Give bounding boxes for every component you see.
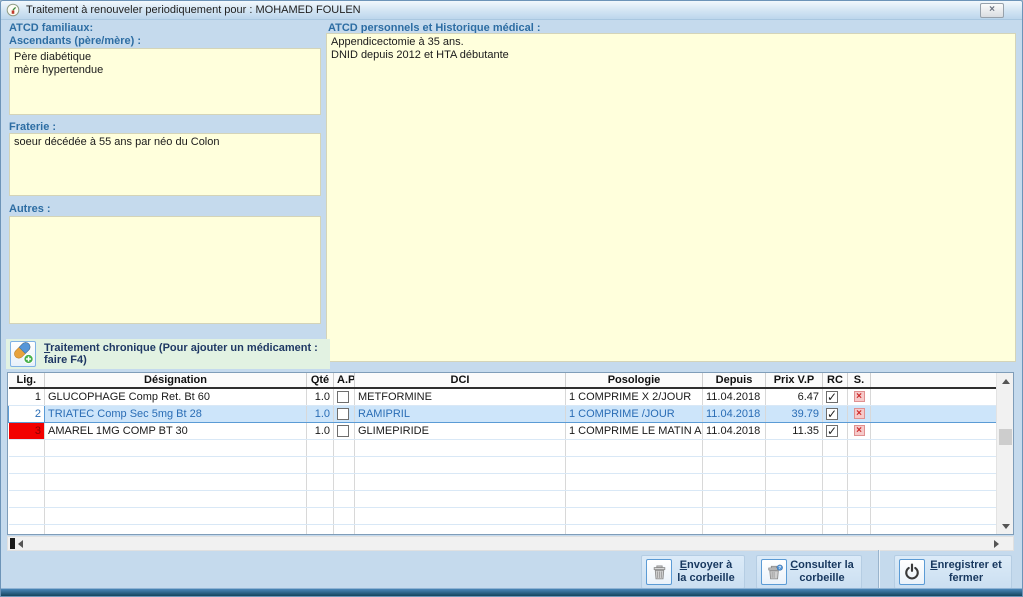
- chronic-treatment-bar: Traitement chronique (Pour ajouter un mé…: [6, 339, 330, 369]
- table-row[interactable]: 1 GLUCOPHAGE Comp Ret. Bt 60 1.0 METFORM…: [9, 388, 997, 405]
- add-medication-button[interactable]: [10, 341, 36, 367]
- ap-checkbox[interactable]: [337, 408, 349, 420]
- chronic-treatment-label: Traitement chronique (Pour ajouter un mé…: [44, 342, 330, 366]
- trash-search-icon: ?: [761, 559, 787, 585]
- trash-icon: [646, 559, 672, 585]
- app-icon: [6, 3, 20, 17]
- col-s[interactable]: S.: [848, 373, 871, 388]
- horizontal-scrollbar[interactable]: [7, 536, 1014, 551]
- col-empty: [871, 373, 997, 388]
- alert-cell[interactable]: 3: [9, 422, 45, 439]
- col-posologie[interactable]: Posologie: [566, 373, 703, 388]
- svg-text:?: ?: [778, 565, 781, 570]
- medication-table: Lig. Désignation Qté A.P DCI Posologie D…: [7, 372, 1014, 535]
- horizontal-scroll-thumb[interactable]: [10, 538, 15, 549]
- table-header-row: Lig. Désignation Qté A.P DCI Posologie D…: [9, 373, 997, 388]
- window-title: Traitement à renouveler periodiquement p…: [26, 4, 361, 16]
- col-prix[interactable]: Prix V.P: [766, 373, 823, 388]
- col-designation[interactable]: Désignation: [45, 373, 307, 388]
- col-dci[interactable]: DCI: [355, 373, 566, 388]
- scroll-down-arrow[interactable]: [997, 518, 1014, 534]
- col-rc[interactable]: RC: [823, 373, 848, 388]
- scroll-up-arrow[interactable]: [997, 373, 1014, 389]
- col-lig[interactable]: Lig.: [9, 373, 45, 388]
- window-bottom-edge: [1, 588, 1022, 596]
- save-and-close-button[interactable]: Enregistrer et fermer: [894, 555, 1012, 589]
- ap-checkbox[interactable]: [337, 391, 349, 403]
- fraterie-field[interactable]: soeur décédée à 55 ans par néo du Colon: [9, 133, 321, 196]
- rc-checkbox[interactable]: [826, 408, 838, 420]
- ascendants-field[interactable]: Père diabétique mère hypertendue: [9, 48, 321, 115]
- title-bar[interactable]: Traitement à renouveler periodiquement p…: [1, 1, 1022, 20]
- table-row-empty[interactable]: [9, 473, 997, 490]
- atcd-familiaux-label: ATCD familiaux:: [9, 22, 93, 34]
- col-depuis[interactable]: Depuis: [703, 373, 766, 388]
- ap-checkbox[interactable]: [337, 425, 349, 437]
- table-row[interactable]: 3 AMAREL 1MG COMP BT 30 1.0 GLIMEPIRIDE …: [9, 422, 997, 439]
- table-row-empty[interactable]: [9, 507, 997, 524]
- scroll-left-arrow[interactable]: [18, 540, 23, 548]
- scroll-right-arrow[interactable]: [994, 540, 999, 548]
- delete-row-icon[interactable]: ×: [854, 391, 865, 402]
- col-qte[interactable]: Qté: [307, 373, 334, 388]
- ascendants-label: Ascendants (père/mère) :: [9, 35, 141, 47]
- table-row-selected[interactable]: 2 TRIATEC Comp Sec 5mg Bt 28 1.0 RAMIPRI…: [9, 405, 997, 422]
- rc-checkbox[interactable]: [826, 391, 838, 403]
- col-ap[interactable]: A.P: [334, 373, 355, 388]
- historique-medical-field[interactable]: Appendicectomie à 35 ans. DNID depuis 20…: [326, 33, 1016, 362]
- vertical-scroll-thumb[interactable]: [999, 429, 1012, 445]
- delete-row-icon[interactable]: ×: [854, 408, 865, 419]
- fraterie-label: Fraterie :: [9, 121, 56, 133]
- send-to-trash-button[interactable]: Envoyer à la corbeille: [641, 555, 745, 589]
- autres-label: Autres :: [9, 203, 51, 215]
- pill-add-icon: [11, 341, 35, 368]
- table-row-empty[interactable]: [9, 439, 997, 456]
- consult-trash-button[interactable]: ? Consulter la corbeille: [756, 555, 862, 589]
- close-button[interactable]: ×: [980, 3, 1004, 18]
- power-icon: [899, 559, 925, 585]
- table-row-empty[interactable]: [9, 524, 997, 534]
- footer-separator: [878, 550, 880, 593]
- table-row-empty[interactable]: [9, 490, 997, 507]
- dialog-window: Traitement à renouveler periodiquement p…: [0, 0, 1023, 597]
- vertical-scrollbar[interactable]: [996, 373, 1013, 534]
- autres-field[interactable]: [9, 216, 321, 324]
- rc-checkbox[interactable]: [826, 425, 838, 437]
- table-row-empty[interactable]: [9, 456, 997, 473]
- delete-row-icon[interactable]: ×: [854, 425, 865, 436]
